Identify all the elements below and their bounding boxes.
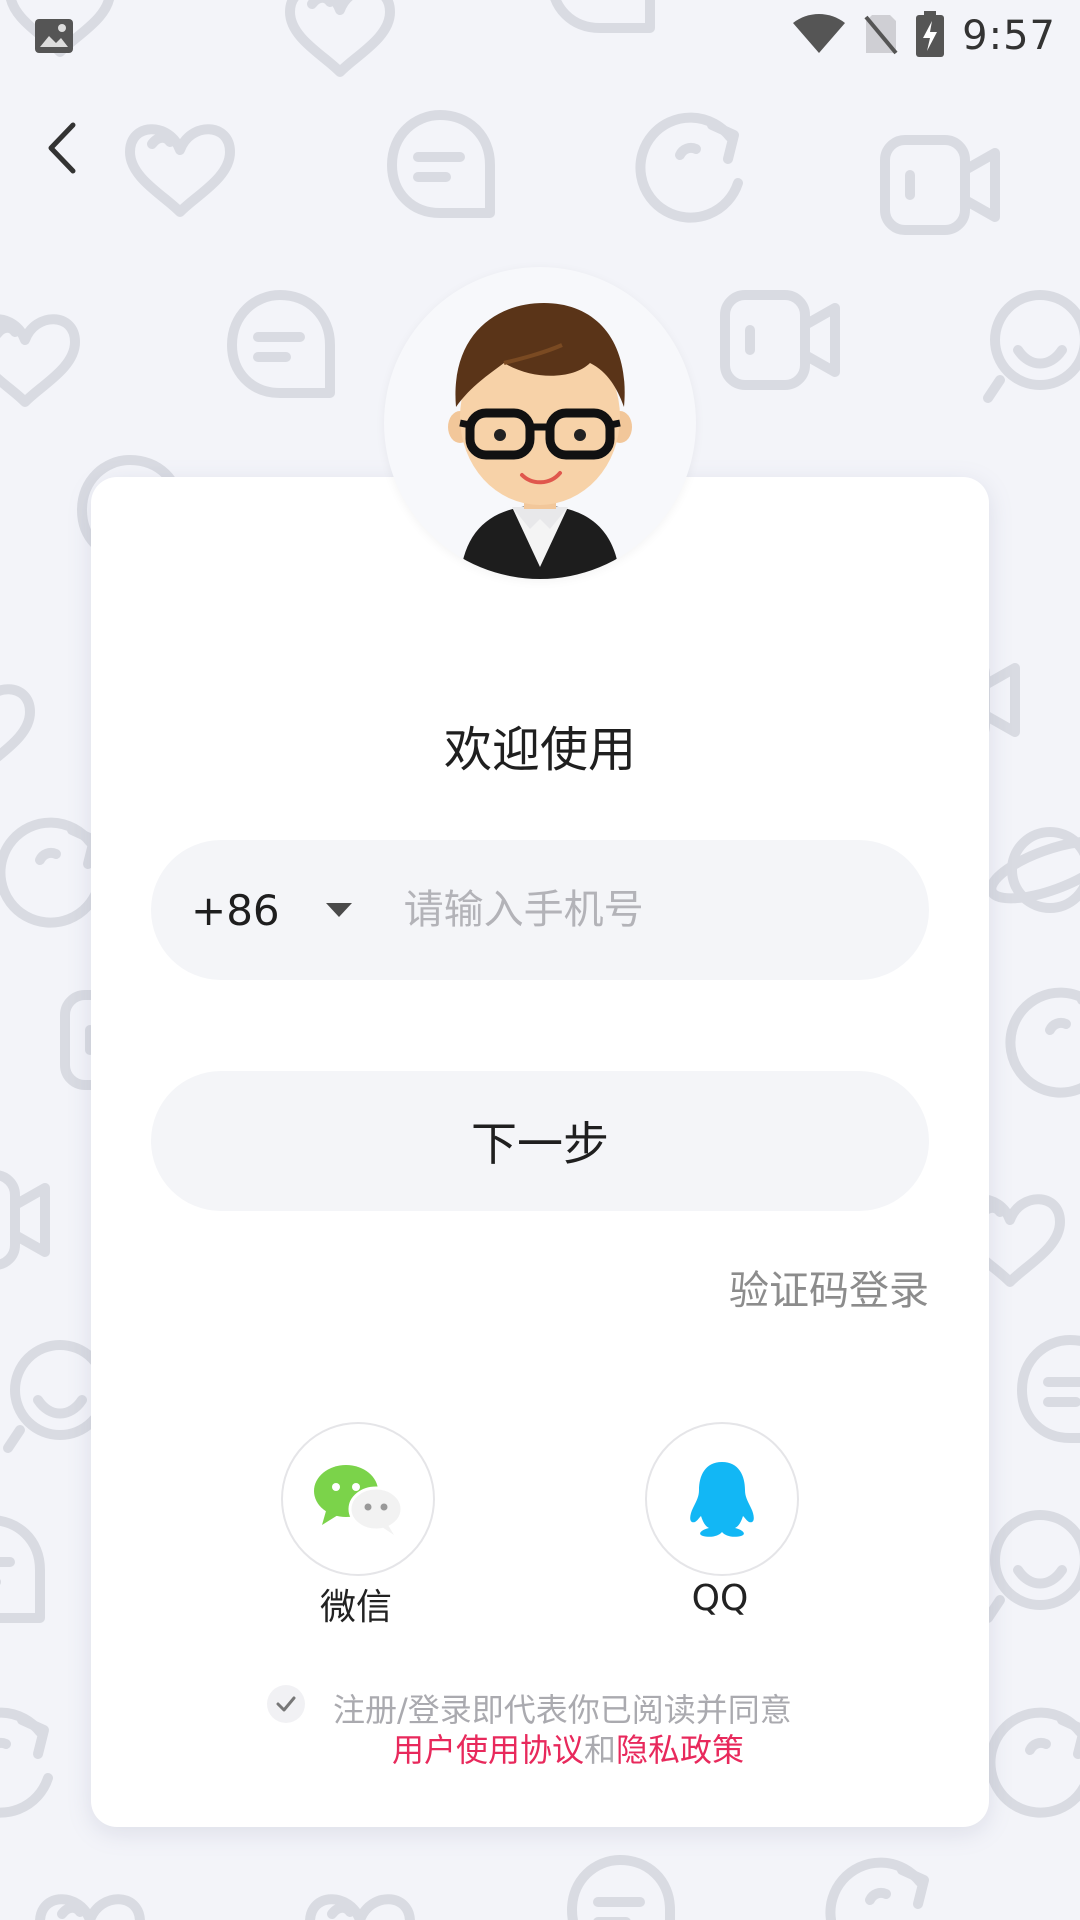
- wechat-icon: [314, 1465, 404, 1535]
- phone-field: +86: [151, 840, 929, 980]
- status-time: 9:57: [962, 13, 1056, 59]
- chevron-down-icon[interactable]: [325, 903, 352, 917]
- qq-label: QQ: [691, 1578, 749, 1619]
- agreement-checkbox[interactable]: [267, 1685, 305, 1723]
- no-sim-icon: [864, 13, 898, 59]
- sms-code-login-link[interactable]: 验证码登录: [729, 1258, 929, 1316]
- qq-login-button[interactable]: [645, 1422, 799, 1576]
- status-bar: 9:57: [0, 0, 1080, 72]
- phone-input[interactable]: [401, 886, 906, 934]
- check-icon: [276, 1696, 296, 1712]
- agreement-links: 用户使用协议和隐私政策: [0, 1725, 1080, 1771]
- wechat-login-button[interactable]: [281, 1422, 435, 1576]
- next-step-button[interactable]: 下一步: [151, 1071, 929, 1211]
- page-title: 欢迎使用: [443, 722, 636, 778]
- terms-link[interactable]: 用户使用协议: [392, 1731, 584, 1769]
- status-icons: 9:57: [792, 0, 1056, 72]
- country-code-selector[interactable]: +86: [191, 886, 280, 935]
- agreement-conjunction: 和: [583, 1731, 616, 1769]
- battery-charging-icon: [916, 11, 945, 61]
- gallery-icon: [34, 16, 74, 56]
- qq-penguin-icon: [690, 1462, 754, 1537]
- cartoon-avatar-icon: [448, 303, 632, 579]
- back-button[interactable]: [36, 112, 88, 184]
- back-arrow-icon: [48, 122, 76, 174]
- wifi-icon: [792, 13, 846, 59]
- privacy-policy-link[interactable]: 隐私政策: [616, 1731, 744, 1769]
- wechat-label: 微信: [319, 1587, 392, 1628]
- avatar: [384, 267, 696, 579]
